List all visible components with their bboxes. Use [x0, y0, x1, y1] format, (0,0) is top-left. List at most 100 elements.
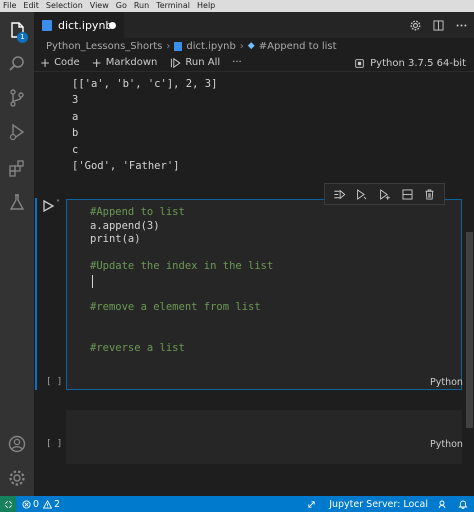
menu-file[interactable]: File — [3, 0, 16, 12]
warning-icon — [43, 499, 53, 509]
feedback-button[interactable] — [438, 499, 448, 509]
code-line: #Update the index in the list — [90, 260, 274, 273]
explorer-badge: 1 — [17, 32, 28, 43]
accounts-button[interactable] — [0, 430, 34, 458]
testing-button[interactable] — [0, 188, 34, 216]
scrollbar-thumb[interactable] — [466, 232, 473, 428]
cell2-language-button[interactable]: Python — [430, 439, 463, 450]
trash-icon — [425, 188, 434, 200]
kernel-picker[interactable]: Python 3.7.5 64-bit — [354, 54, 466, 72]
extensions-button[interactable] — [0, 154, 34, 182]
run-below-button[interactable] — [355, 188, 368, 201]
breadcrumb: Python_Lessons_Shorts › dict.ipynb › ◆ #… — [34, 38, 474, 54]
kernel-label: Python 3.7.5 64-bit — [370, 57, 466, 69]
split-editor-button[interactable] — [432, 19, 445, 32]
menu-run[interactable]: Run — [134, 0, 149, 12]
output-line: ['God', 'Father'] — [72, 159, 180, 172]
search-button[interactable] — [0, 50, 34, 78]
jupyter-server-button[interactable]: Jupyter Server: Local — [307, 499, 428, 510]
notebook-icon — [174, 41, 183, 51]
jupyter-server-label: Jupyter Server: Local — [329, 498, 428, 510]
delete-cell-button[interactable] — [423, 188, 436, 201]
run-all-button[interactable]: Run All — [169, 57, 220, 69]
menu-terminal[interactable]: Terminal — [156, 0, 190, 12]
menu-selection[interactable]: Selection — [46, 0, 83, 12]
settings-button[interactable] — [409, 19, 422, 32]
run-debug-icon — [9, 123, 25, 141]
status-bar: 0 2 Jupyter Server: Local — [0, 496, 474, 512]
feedback-icon — [438, 500, 446, 509]
output-line: a — [72, 110, 79, 123]
run-all-label: Run All — [185, 57, 221, 68]
more-actions-button[interactable] — [455, 19, 468, 32]
cell-toolbar — [324, 183, 445, 205]
cell-focus-indicator — [35, 198, 37, 390]
output-line: [['a', 'b', 'c'], 2, 3] — [72, 78, 218, 90]
breadcrumb-symbol[interactable]: #Append to list — [259, 41, 337, 52]
source-control-button[interactable] — [0, 84, 34, 112]
remote-button[interactable] — [0, 496, 16, 512]
menu-view[interactable]: View — [90, 0, 109, 12]
tab-label: dict.ipynb — [58, 18, 113, 32]
breadcrumb-file[interactable]: dict.ipynb — [186, 41, 235, 52]
menu-bar: File Edit Selection View Go Run Terminal… — [0, 0, 474, 12]
code-content: #Append to list a.append(3) print(a) #Up… — [90, 205, 273, 355]
bell-icon — [458, 500, 468, 509]
remote-icon — [4, 500, 12, 508]
plus-icon: + — [40, 55, 51, 70]
source-control-icon — [10, 89, 24, 107]
problems-button[interactable]: 0 2 — [22, 499, 60, 510]
more-label: ··· — [232, 57, 242, 68]
more-icon — [456, 24, 467, 26]
code-line: #reverse a list — [90, 341, 185, 354]
run-debug-button[interactable] — [0, 118, 34, 146]
cell-language-button[interactable]: Python — [430, 377, 463, 388]
chevron-right-icon: › — [166, 40, 171, 52]
run-cell-icon[interactable] — [41, 199, 55, 213]
split-cell-button[interactable] — [401, 188, 414, 201]
explorer-button[interactable]: 1 — [0, 16, 34, 44]
split-editor-icon — [433, 19, 444, 31]
error-count: 0 — [33, 498, 40, 510]
add-markdown-label: Markdown — [105, 57, 158, 68]
manage-button[interactable] — [0, 464, 34, 492]
cell-output: [['a', 'b', 'c'], 2, 3] 3 a b c ['God', … — [72, 76, 217, 174]
run-above-button[interactable] — [333, 188, 346, 201]
menu-edit[interactable]: Edit — [23, 0, 39, 12]
unsaved-dot-icon[interactable] — [109, 22, 116, 29]
status-bar-right: Jupyter Server: Local — [297, 496, 468, 512]
code-cell-editor-2[interactable] — [66, 410, 462, 464]
menu-go[interactable]: Go — [116, 0, 127, 12]
error-icon — [22, 499, 31, 509]
add-code-label: Code — [54, 57, 80, 68]
more-toolbar-button[interactable]: ··· — [232, 57, 242, 68]
code-line: a.append(3) — [90, 219, 160, 232]
add-markdown-button[interactable]: + Markdown — [92, 56, 158, 70]
breadcrumb-folder[interactable]: Python_Lessons_Shorts — [46, 41, 162, 52]
chevron-down-icon[interactable]: ˅ — [56, 199, 60, 208]
code-line: print(a) — [90, 233, 141, 246]
output-line: b — [72, 127, 79, 140]
tab-dict-ipynb[interactable]: dict.ipynb — [34, 12, 124, 38]
execute-button[interactable] — [378, 188, 391, 201]
menu-help[interactable]: Help — [197, 0, 215, 12]
code-line: #remove a element from list — [90, 301, 261, 314]
tab-bar: dict.ipynb — [34, 12, 474, 38]
run-above-icon — [334, 189, 346, 199]
account-icon — [8, 435, 26, 453]
notifications-button[interactable] — [458, 499, 468, 509]
activity-bar: 1 — [0, 12, 34, 496]
execution-count: [ ] — [46, 377, 63, 387]
extensions-icon — [9, 160, 24, 177]
execute-icon — [380, 188, 390, 200]
search-icon — [9, 56, 24, 71]
output-line: c — [72, 143, 79, 156]
editor-actions — [399, 12, 468, 38]
add-code-button[interactable]: + Code — [40, 56, 80, 70]
split-cell-icon — [402, 188, 413, 200]
text-cursor — [92, 275, 93, 288]
